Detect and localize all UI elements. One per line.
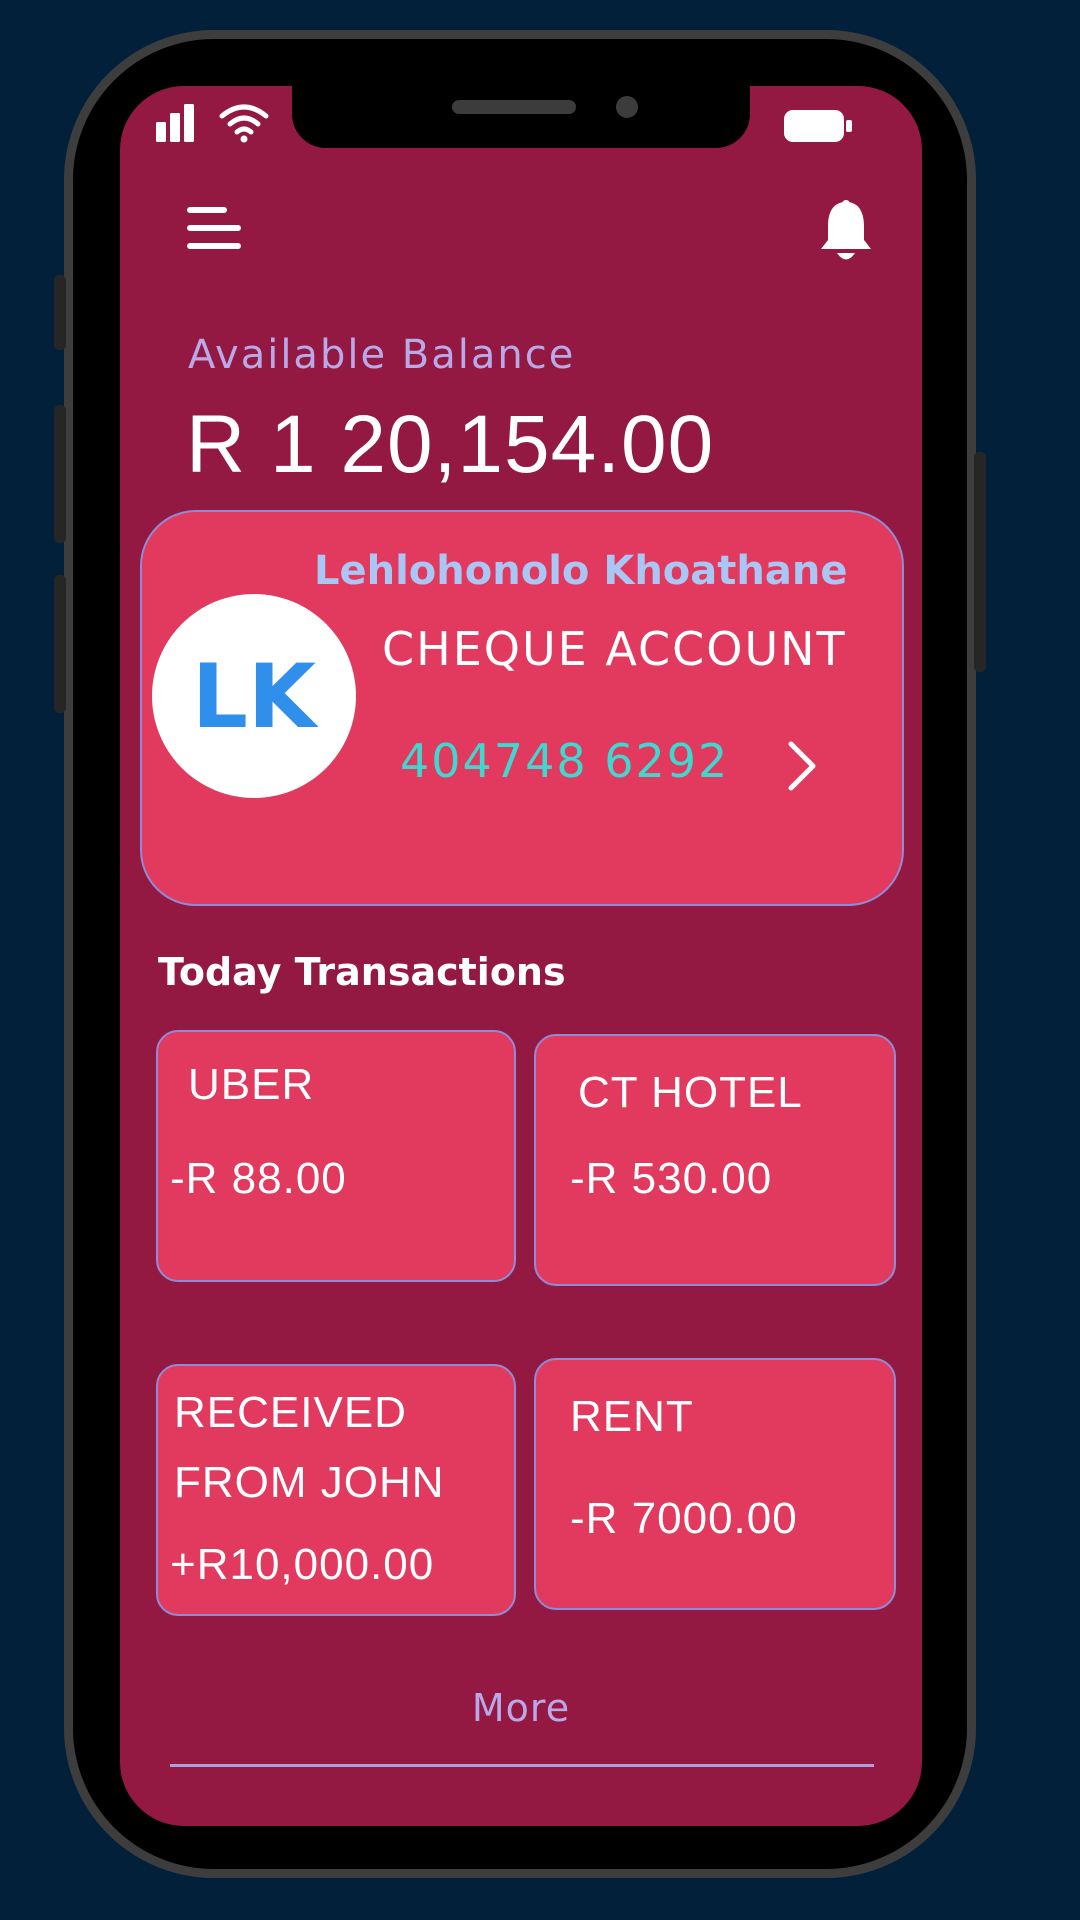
- transaction-title: UBER: [188, 1060, 315, 1109]
- volume-up-button: [54, 405, 66, 543]
- app-screen: Available Balance R 1 20,154.00 Lehlohon…: [120, 86, 922, 1826]
- account-number: 404748 6292: [400, 734, 730, 788]
- balance-label: Available Balance: [188, 332, 576, 378]
- notch: [292, 86, 750, 148]
- transactions-heading: Today Transactions: [158, 950, 566, 994]
- avatar-initials: LK: [191, 644, 317, 748]
- transaction-amount: -R 530.00: [570, 1154, 773, 1203]
- more-link[interactable]: More: [120, 1686, 922, 1730]
- battery-icon: [784, 110, 852, 142]
- transaction-amount: -R 7000.00: [570, 1494, 798, 1543]
- front-camera: [616, 96, 638, 118]
- transaction-title-line1: RECEIVED: [174, 1388, 407, 1437]
- bell-icon[interactable]: [818, 200, 874, 264]
- power-button: [974, 452, 986, 672]
- chevron-right-icon[interactable]: [786, 740, 818, 792]
- transaction-title-line2: FROM JOHN: [174, 1458, 445, 1507]
- cellular-signal-icon: [156, 104, 194, 142]
- transaction-card-ct-hotel[interactable]: CT HOTEL -R 530.00: [534, 1034, 896, 1286]
- transaction-title: CT HOTEL: [578, 1068, 803, 1117]
- transaction-card-rent[interactable]: RENT -R 7000.00: [534, 1358, 896, 1610]
- transaction-card-uber[interactable]: UBER -R 88.00: [156, 1030, 516, 1282]
- transaction-card-received-from-john[interactable]: RECEIVED FROM JOHN +R10,000.00: [156, 1364, 516, 1616]
- balance-amount: R 1 20,154.00: [186, 399, 715, 490]
- mute-switch: [54, 275, 66, 350]
- avatar: LK: [152, 594, 356, 798]
- wifi-icon: [219, 104, 269, 143]
- volume-down-button: [54, 575, 66, 713]
- transaction-amount: -R 88.00: [170, 1154, 347, 1203]
- more-divider: [170, 1764, 874, 1767]
- transaction-amount: +R10,000.00: [170, 1540, 435, 1589]
- account-card[interactable]: Lehlohonolo Khoathane LK CHEQUE ACCOUNT …: [140, 510, 904, 906]
- hamburger-menu-icon[interactable]: [186, 204, 242, 252]
- account-type: CHEQUE ACCOUNT: [382, 622, 847, 676]
- transaction-title: RENT: [570, 1392, 694, 1441]
- account-holder-name: Lehlohonolo Khoathane: [314, 548, 848, 594]
- speaker: [452, 100, 576, 114]
